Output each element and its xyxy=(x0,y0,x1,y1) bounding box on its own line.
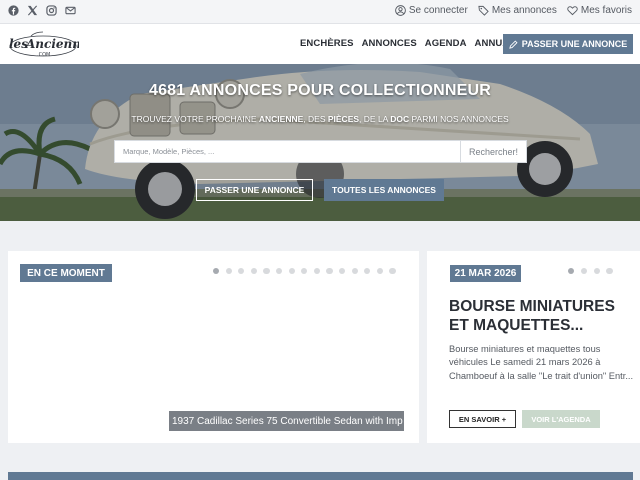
menu-item-agenda[interactable]: AGENDA xyxy=(425,38,467,49)
carousel-dot[interactable] xyxy=(580,268,588,275)
menu-item-encheres[interactable]: ENCHÈRES xyxy=(300,38,354,49)
event-card: 21 MAR 2026 BOURSE MINIATURES ET MAQUETT… xyxy=(427,251,640,443)
event-title[interactable]: BOURSE MINIATURES ET MAQUETTES... xyxy=(449,297,634,335)
login-label: Se connecter xyxy=(408,5,468,16)
event-description: Bourse miniatures et maquettes tous véhi… xyxy=(449,344,634,381)
carousel-dot[interactable] xyxy=(568,268,575,275)
carousel-dot[interactable] xyxy=(376,268,384,275)
carousel-dot[interactable] xyxy=(606,268,613,275)
carousel-dot[interactable] xyxy=(225,268,232,275)
menu-item-annonces[interactable]: ANNONCES xyxy=(362,38,417,49)
subtitle-highlight-doc: DOC xyxy=(390,114,410,124)
mail-icon[interactable] xyxy=(65,5,76,16)
site-logo[interactable]: les Anciennes .COM xyxy=(7,30,79,58)
carousel-dot[interactable] xyxy=(313,268,321,275)
post-ad-label: PASSER UNE ANNONCE xyxy=(521,39,628,49)
main-menu: ENCHÈRES ANNONCES AGENDA ANNUAIRE xyxy=(300,38,526,49)
carousel-dot[interactable] xyxy=(364,268,371,275)
subtitle-highlight-ancienne: ANCIENNE xyxy=(258,114,304,124)
heart-icon xyxy=(567,6,578,16)
hero-subtitle: TROUVEZ VOTRE PROCHAINE ANCIENNE, DES PI… xyxy=(0,114,640,124)
post-ad-button[interactable]: PASSER UNE ANNONCE xyxy=(503,34,633,54)
x-icon[interactable] xyxy=(27,5,38,16)
hero-banner: 4681 ANNONCES POUR COLLECTIONNEUR TROUVE… xyxy=(0,64,640,221)
carousel-dot[interactable] xyxy=(213,268,220,275)
current-highlights-card: EN CE MOMENT 1937 Cadillac Series 75 Con… xyxy=(8,251,419,443)
carousel-dot[interactable] xyxy=(288,268,295,275)
my-ads-label: Mes annonces xyxy=(491,5,557,16)
top-bar: Se connecter Mes annonces Mes favoris xyxy=(0,0,640,24)
carousel-dot[interactable] xyxy=(263,268,270,275)
subtitle-part: , DES xyxy=(303,114,328,124)
carousel-dot[interactable] xyxy=(250,268,258,275)
main-nav: les Anciennes .COM ENCHÈRES ANNONCES AGE… xyxy=(0,24,640,64)
search-button[interactable]: Rechercher! xyxy=(460,141,526,162)
carousel-dot[interactable] xyxy=(326,268,333,275)
account-links: Se connecter Mes annonces Mes favoris xyxy=(395,5,632,16)
current-tag: EN CE MOMENT xyxy=(20,264,112,282)
hero-post-ad-button[interactable]: PASSER UNE ANNONCE xyxy=(196,179,313,201)
facebook-icon[interactable] xyxy=(8,5,19,16)
subtitle-part: PARMI NOS ANNONCES xyxy=(409,114,509,124)
subtitle-part: , DE LA xyxy=(359,114,391,124)
carousel-dot[interactable] xyxy=(275,268,283,275)
tag-icon xyxy=(478,5,489,16)
subtitle-part: TROUVEZ VOTRE PROCHAINE xyxy=(131,114,259,124)
subtitle-highlight-pieces: PIÈCES xyxy=(327,114,360,124)
learn-more-button[interactable]: EN SAVOIR + xyxy=(449,410,516,428)
next-section-header xyxy=(8,472,633,480)
svg-text:Anciennes: Anciennes xyxy=(25,37,79,51)
instagram-icon[interactable] xyxy=(46,5,57,16)
my-ads-link[interactable]: Mes annonces xyxy=(478,5,557,16)
search-input[interactable] xyxy=(115,141,461,162)
svg-text:.COM: .COM xyxy=(37,52,50,58)
social-links xyxy=(8,5,76,16)
search-bar: Rechercher! xyxy=(114,140,527,163)
carousel-dot[interactable] xyxy=(338,268,346,275)
carousel-dot[interactable] xyxy=(301,268,308,275)
login-link[interactable]: Se connecter xyxy=(395,5,468,16)
user-icon xyxy=(395,5,406,16)
carousel-dot[interactable] xyxy=(351,268,358,275)
favorites-link[interactable]: Mes favoris xyxy=(567,5,632,16)
carousel-dot[interactable] xyxy=(389,268,396,275)
event-carousel-dots xyxy=(568,268,613,275)
view-agenda-button[interactable]: VOIR L'AGENDA xyxy=(522,410,600,428)
carousel-dots xyxy=(213,268,396,275)
carousel-dot[interactable] xyxy=(593,268,600,275)
all-ads-button[interactable]: TOUTES LES ANNONCES xyxy=(324,179,444,201)
event-date-badge: 21 MAR 2026 xyxy=(450,265,521,282)
carousel-caption[interactable]: 1937 Cadillac Series 75 Convertible Seda… xyxy=(169,411,404,431)
hero-title: 4681 ANNONCES POUR COLLECTIONNEUR xyxy=(148,82,492,99)
pencil-icon xyxy=(509,39,518,49)
carousel-dot[interactable] xyxy=(238,268,245,275)
favorites-label: Mes favoris xyxy=(580,5,632,16)
